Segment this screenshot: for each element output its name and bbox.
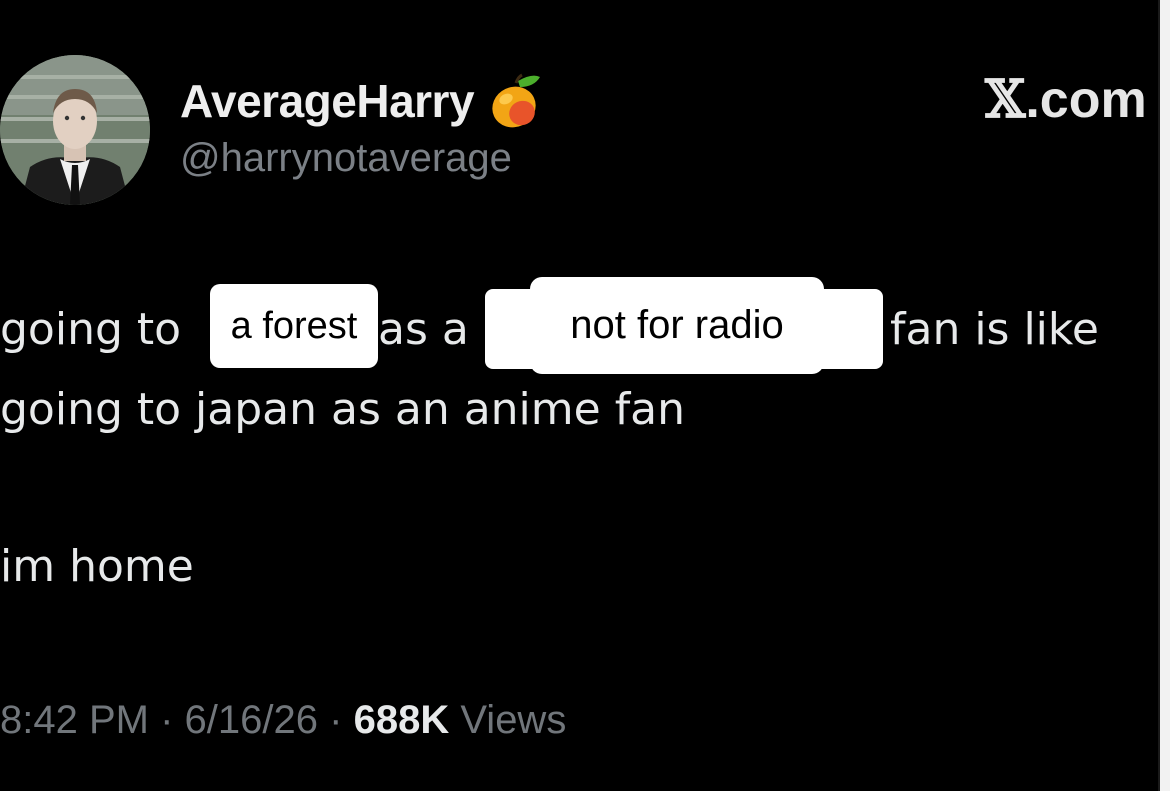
site-mark-suffix: .com	[1025, 71, 1147, 129]
tweet-segment-fan-is-like: fan is like	[890, 304, 1099, 355]
avatar-photo-icon	[0, 55, 150, 205]
tweet-segment-going-to: going to	[0, 304, 182, 355]
meta-separator: ·	[160, 698, 174, 742]
right-edge-strip	[1160, 0, 1170, 791]
views-label: Views	[460, 698, 567, 742]
author-name-row: AverageHarry	[180, 70, 544, 132]
tweet-screenshot: AverageHarry @harrynotaverage 𝕏.com goin…	[0, 0, 1170, 791]
sticker-not-for-radio-label: not for radio	[570, 303, 784, 347]
display-name[interactable]: AverageHarry	[180, 78, 475, 124]
tweet-meta: 8:42 PM · 6/16/26 · 688K Views	[0, 700, 566, 740]
tweet-time[interactable]: 8:42 PM	[0, 698, 149, 742]
site-mark: 𝕏.com	[985, 69, 1147, 130]
mango-emoji-icon	[492, 73, 541, 128]
views-count[interactable]: 688K	[354, 698, 450, 742]
avatar[interactable]	[0, 55, 150, 205]
tweet-date[interactable]: 6/16/26	[185, 698, 318, 742]
x-logo-icon: 𝕏	[985, 69, 1026, 130]
user-handle[interactable]: @harrynotaverage	[180, 138, 512, 178]
meta-separator: ·	[329, 698, 343, 742]
sticker-a-forest: a forest	[210, 284, 378, 368]
tweet-text-line-2: going to japan as an anime fan	[0, 384, 686, 435]
sticker-a-forest-label: a forest	[230, 304, 358, 347]
sticker-not-for-radio: not for radio	[530, 277, 824, 374]
tweet-segment-as-a: as a	[378, 304, 469, 355]
tweet-text-line-3: im home	[0, 541, 194, 592]
